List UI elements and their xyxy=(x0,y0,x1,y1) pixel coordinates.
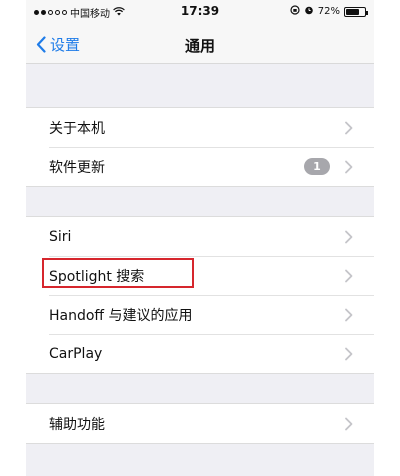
row-label: Spotlight 搜索 xyxy=(49,268,145,285)
status-right: 72% xyxy=(290,5,368,18)
navigation-bar: 设置 通用 xyxy=(26,24,374,64)
status-bar: 中国移动 17:39 72% xyxy=(26,0,374,24)
row-software-update[interactable]: 软件更新 1 xyxy=(26,147,374,186)
row-handoff[interactable]: Handoff 与建议的应用 xyxy=(26,295,374,334)
update-count-badge: 1 xyxy=(304,158,330,175)
chevron-right-icon xyxy=(344,269,354,283)
page-title: 通用 xyxy=(184,37,215,55)
settings-group-accessibility: 辅助功能 xyxy=(26,403,374,444)
settings-group-about: 关于本机 软件更新 1 xyxy=(26,107,374,187)
row-accessibility[interactable]: 辅助功能 xyxy=(26,404,374,443)
alarm-icon xyxy=(304,5,314,18)
chevron-right-icon xyxy=(344,230,354,244)
chevron-right-icon xyxy=(344,121,354,135)
battery-percent: 72% xyxy=(317,6,340,17)
row-label: Handoff 与建议的应用 xyxy=(49,307,193,324)
row-label: 关于本机 xyxy=(49,120,105,137)
row-about[interactable]: 关于本机 xyxy=(26,108,374,147)
row-label: Siri xyxy=(49,228,72,245)
row-label: 辅助功能 xyxy=(49,416,105,433)
row-label: CarPlay xyxy=(49,345,103,362)
battery-icon xyxy=(344,6,368,17)
orientation-lock-icon xyxy=(290,5,300,18)
row-carplay[interactable]: CarPlay xyxy=(26,334,374,373)
chevron-right-icon xyxy=(344,347,354,361)
row-spotlight-search[interactable]: Spotlight 搜索 xyxy=(26,256,374,295)
row-siri[interactable]: Siri xyxy=(26,217,374,256)
settings-group-features: Siri Spotlight 搜索 Handoff 与建议的应用 CarPlay xyxy=(26,216,374,374)
chevron-right-icon xyxy=(344,417,354,431)
chevron-right-icon xyxy=(344,160,354,174)
phone-screen: 中国移动 17:39 72% 设置 通用 关于本机 软件更新 1 Siri Sp… xyxy=(26,0,374,476)
chevron-right-icon xyxy=(344,308,354,322)
